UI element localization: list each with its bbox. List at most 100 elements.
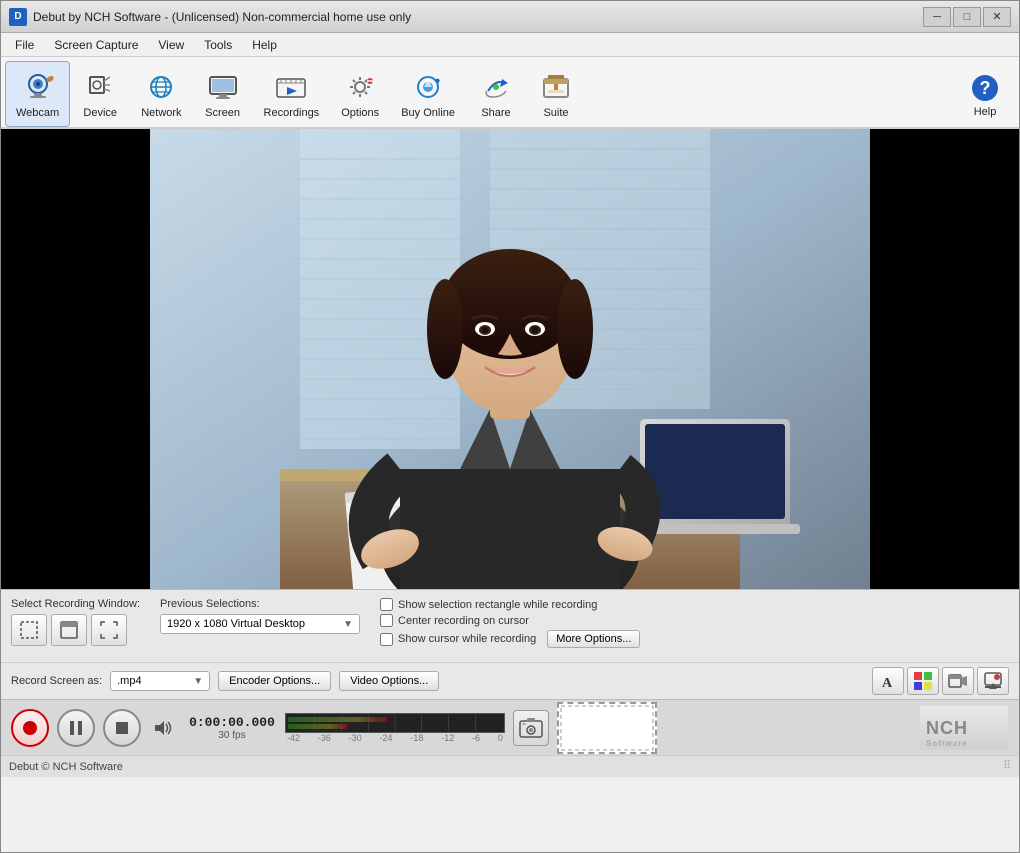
nch-logo: NCH Software	[919, 708, 1009, 748]
recordings-label: Recordings	[264, 107, 320, 119]
format-label: Record Screen as:	[11, 675, 102, 687]
pause-button[interactable]	[57, 709, 95, 747]
toolbar-btn-webcam[interactable]: Webcam	[5, 61, 70, 127]
minimize-button[interactable]: ─	[923, 7, 951, 27]
fps-display: 30 fps	[218, 730, 245, 741]
format-tool-buttons: A	[872, 667, 1009, 695]
record-button[interactable]	[11, 709, 49, 747]
select-window-btn[interactable]	[51, 614, 87, 646]
nch-logo-area: NCH Software	[919, 708, 1009, 748]
checkbox-row-center-cursor: Center recording on cursor	[380, 614, 1009, 627]
previous-selections-dropdown[interactable]: 1920 x 1080 Virtual Desktop ▼	[160, 614, 360, 634]
resize-grip-icon: ⠿	[1003, 761, 1011, 772]
timecode-display: 0:00:00.000	[189, 715, 275, 730]
toolbar-btn-options[interactable]: Options	[330, 61, 390, 127]
previous-selections-label: Previous Selections:	[160, 598, 360, 610]
menu-view[interactable]: View	[148, 36, 194, 54]
help-label: Help	[974, 106, 997, 118]
stop-button[interactable]	[103, 709, 141, 747]
video-options-button[interactable]: Video Options...	[339, 671, 439, 691]
recordings-icon	[273, 69, 309, 105]
svg-text:NCH: NCH	[926, 718, 968, 738]
format-dropdown[interactable]: .mp4 ▼	[110, 671, 210, 691]
toolbar-btn-screen[interactable]: Screen	[193, 61, 253, 127]
share-icon	[478, 69, 514, 105]
toolbar: Webcam Device Network	[1, 57, 1019, 129]
controls-panel: Select Recording Window:	[1, 589, 1019, 662]
center-cursor-checkbox[interactable]	[380, 614, 393, 627]
toolbar-btn-share[interactable]: Share	[466, 61, 526, 127]
select-region-btn[interactable]	[11, 614, 47, 646]
previous-selections-section: Previous Selections: 1920 x 1080 Virtual…	[160, 598, 360, 634]
suite-label: Suite	[543, 107, 568, 119]
share-label: Share	[481, 107, 510, 119]
webcam-label: Webcam	[16, 107, 59, 119]
show-selection-label: Show selection rectangle while recording	[398, 599, 597, 611]
buyonline-label: Buy Online	[401, 107, 455, 119]
menu-tools[interactable]: Tools	[194, 36, 242, 54]
dropdown-arrow-icon: ▼	[343, 619, 353, 630]
close-button[interactable]: ✕	[983, 7, 1011, 27]
menu-screen-capture[interactable]: Screen Capture	[44, 36, 148, 54]
checkbox-row-show-selection: Show selection rectangle while recording	[380, 598, 1009, 611]
title-text: Debut by NCH Software - (Unlicensed) Non…	[33, 10, 923, 24]
toolbar-btn-device[interactable]: Device	[70, 61, 130, 127]
screenshot-button[interactable]	[513, 710, 549, 746]
toolbar-btn-buyonline[interactable]: Buy Online	[390, 61, 466, 127]
text-overlay-tool-button[interactable]: A	[872, 667, 904, 695]
record-format-row: Record Screen as: .mp4 ▼ Encoder Options…	[1, 662, 1019, 699]
network-label: Network	[141, 107, 181, 119]
help-icon: ?	[967, 70, 1003, 106]
format-dropdown-arrow-icon: ▼	[193, 676, 203, 687]
video-area	[1, 129, 1019, 589]
suite-icon	[538, 69, 574, 105]
toolbar-btn-help[interactable]: ? Help	[955, 61, 1015, 127]
show-cursor-label: Show cursor while recording	[398, 633, 536, 645]
menu-file[interactable]: File	[5, 36, 44, 54]
show-cursor-checkbox[interactable]	[380, 633, 393, 646]
svg-text:?: ?	[980, 78, 991, 98]
select-recording-section: Select Recording Window:	[11, 598, 140, 646]
transport-bar: 0:00:00.000 30 fps	[1, 699, 1019, 755]
color-effect-tool-button[interactable]	[907, 667, 939, 695]
level-labels: -42 -36 -30 -24 -18 -12 -6 0	[287, 733, 503, 743]
options-icon	[342, 69, 378, 105]
maximize-button[interactable]: □	[953, 7, 981, 27]
more-options-button[interactable]: More Options...	[547, 630, 640, 648]
encoder-options-button[interactable]: Encoder Options...	[218, 671, 331, 691]
video-canvas	[150, 129, 870, 589]
preview-thumbnail	[557, 702, 657, 754]
format-value: .mp4	[117, 675, 141, 687]
network-icon	[143, 69, 179, 105]
fullscreen-btn[interactable]	[91, 614, 127, 646]
webcam-icon	[20, 69, 56, 105]
menu-bar: File Screen Capture View Tools Help	[1, 33, 1019, 57]
select-recording-label: Select Recording Window:	[11, 598, 140, 610]
menu-help[interactable]: Help	[242, 36, 287, 54]
title-bar: D Debut by NCH Software - (Unlicensed) N…	[1, 1, 1019, 33]
previous-selections-value: 1920 x 1080 Virtual Desktop	[167, 618, 305, 630]
record-btns	[11, 614, 140, 646]
device-icon	[82, 69, 118, 105]
options-label: Options	[341, 107, 379, 119]
status-text: Debut © NCH Software	[9, 761, 123, 773]
status-bar: Debut © NCH Software ⠿	[1, 755, 1019, 777]
center-cursor-label: Center recording on cursor	[398, 615, 529, 627]
checkbox-row-show-cursor: Show cursor while recording More Options…	[380, 630, 1009, 648]
toolbar-btn-network[interactable]: Network	[130, 61, 192, 127]
screen-label: Screen	[205, 107, 240, 119]
app-icon: D	[9, 8, 27, 26]
svg-text:A: A	[882, 676, 893, 691]
toolbar-btn-recordings[interactable]: Recordings	[253, 61, 331, 127]
checkboxes-section: Show selection rectangle while recording…	[380, 598, 1009, 648]
stamp-tool-button[interactable]	[977, 667, 1009, 695]
video-effect-tool-button[interactable]	[942, 667, 974, 695]
buyonline-icon	[410, 69, 446, 105]
show-selection-checkbox[interactable]	[380, 598, 393, 611]
svg-text:Software: Software	[926, 739, 968, 748]
record-dot-icon	[23, 721, 37, 735]
toolbar-btn-suite[interactable]: Suite	[526, 61, 586, 127]
volume-button[interactable]	[149, 713, 179, 743]
device-label: Device	[83, 107, 117, 119]
window-controls: ─ □ ✕	[923, 7, 1011, 27]
